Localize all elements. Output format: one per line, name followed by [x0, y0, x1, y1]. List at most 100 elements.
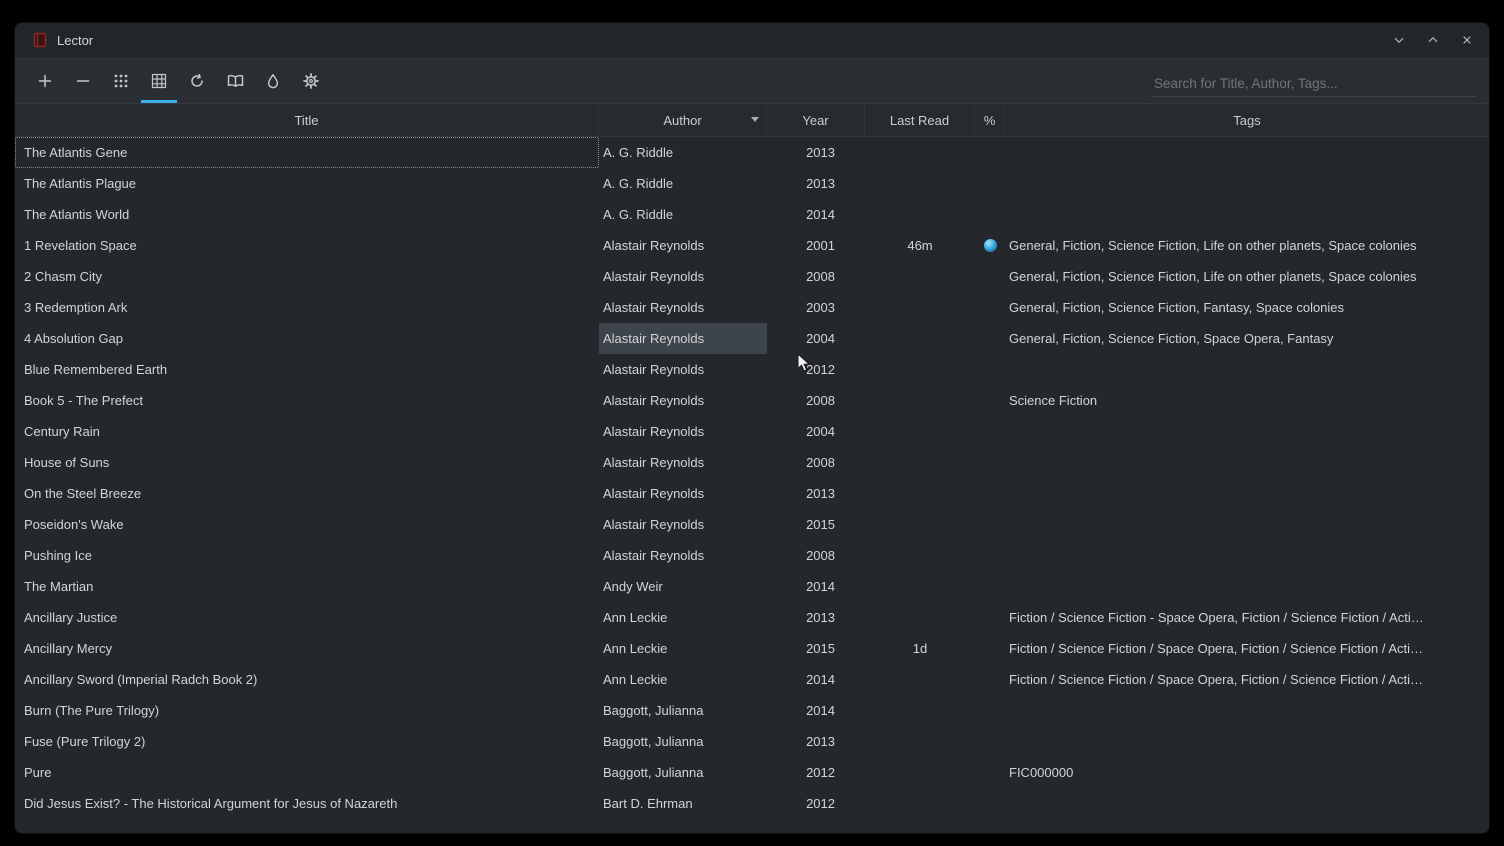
cell-title[interactable]: 3 Redemption Ark — [15, 292, 599, 323]
cell-title[interactable]: On the Steel Breeze — [15, 478, 599, 509]
cell-year[interactable]: 2012 — [767, 354, 865, 385]
cell-last-read[interactable] — [865, 788, 975, 819]
cell-tags[interactable]: Science Fiction — [1005, 385, 1489, 416]
cell-tags[interactable] — [1005, 726, 1489, 757]
cell-last-read[interactable] — [865, 571, 975, 602]
cover-view-button[interactable] — [103, 63, 139, 103]
cell-author[interactable]: Alastair Reynolds — [599, 385, 767, 416]
cell-last-read[interactable] — [865, 726, 975, 757]
cell-last-read[interactable]: 46m — [865, 230, 975, 261]
cell-author[interactable]: Alastair Reynolds — [599, 509, 767, 540]
cell-author[interactable]: Ann Leckie — [599, 664, 767, 695]
cell-last-read[interactable] — [865, 385, 975, 416]
cell-author[interactable]: Bart D. Ehrman — [599, 788, 767, 819]
cell-title[interactable]: The Atlantis World — [15, 199, 599, 230]
cell-percent[interactable] — [975, 788, 1005, 819]
cell-author[interactable]: A. G. Riddle — [599, 168, 767, 199]
cell-year[interactable]: 2012 — [767, 757, 865, 788]
cell-author[interactable]: A. G. Riddle — [599, 199, 767, 230]
table-row[interactable]: Did Jesus Exist? - The Historical Argume… — [15, 788, 1489, 819]
library-button[interactable] — [217, 63, 253, 103]
cell-last-read[interactable] — [865, 416, 975, 447]
cell-author[interactable]: Andy Weir — [599, 571, 767, 602]
cell-title[interactable]: 4 Absolution Gap — [15, 323, 599, 354]
cell-last-read[interactable]: 1d — [865, 633, 975, 664]
table-row[interactable]: Burn (The Pure Trilogy) Baggott, Juliann… — [15, 695, 1489, 726]
cell-title[interactable]: Book 5 - The Prefect — [15, 385, 599, 416]
cell-last-read[interactable] — [865, 509, 975, 540]
table-row[interactable]: The Atlantis Gene A. G. Riddle 2013 — [15, 137, 1489, 168]
cell-author[interactable]: Alastair Reynolds — [599, 354, 767, 385]
table-row[interactable]: 2 Chasm City Alastair Reynolds 2008 Gene… — [15, 261, 1489, 292]
cell-title[interactable]: House of Suns — [15, 447, 599, 478]
table-row[interactable]: Poseidon's Wake Alastair Reynolds 2015 — [15, 509, 1489, 540]
table-row[interactable]: House of Suns Alastair Reynolds 2008 — [15, 447, 1489, 478]
cell-last-read[interactable] — [865, 354, 975, 385]
cell-tags[interactable] — [1005, 695, 1489, 726]
cell-title[interactable]: 1 Revelation Space — [15, 230, 599, 261]
cell-last-read[interactable] — [865, 323, 975, 354]
col-header-title[interactable]: Title — [15, 104, 599, 136]
cell-year[interactable]: 2012 — [767, 788, 865, 819]
chevron-up-icon[interactable] — [1425, 32, 1441, 48]
cell-title[interactable]: Blue Remembered Earth — [15, 354, 599, 385]
cell-tags[interactable]: Fiction / Science Fiction / Space Opera,… — [1005, 664, 1489, 695]
cell-author[interactable]: Alastair Reynolds — [599, 230, 767, 261]
cell-title[interactable]: Did Jesus Exist? - The Historical Argume… — [15, 788, 599, 819]
cell-tags[interactable] — [1005, 416, 1489, 447]
cell-tags[interactable] — [1005, 788, 1489, 819]
delete-books-button[interactable] — [65, 63, 101, 103]
cell-year[interactable]: 2013 — [767, 726, 865, 757]
table-row[interactable]: Pushing Ice Alastair Reynolds 2008 — [15, 540, 1489, 571]
cell-percent[interactable] — [975, 292, 1005, 323]
cell-percent[interactable] — [975, 416, 1005, 447]
col-header-author[interactable]: Author — [599, 104, 767, 136]
table-view-button[interactable] — [141, 63, 177, 103]
cell-percent[interactable] — [975, 540, 1005, 571]
cell-year[interactable]: 2008 — [767, 447, 865, 478]
col-header-tags[interactable]: Tags — [1005, 104, 1489, 136]
cell-tags[interactable] — [1005, 571, 1489, 602]
table-row[interactable]: Ancillary Justice Ann Leckie 2013 Fictio… — [15, 602, 1489, 633]
cell-author[interactable]: Baggott, Julianna — [599, 757, 767, 788]
cell-title[interactable]: 2 Chasm City — [15, 261, 599, 292]
cell-last-read[interactable] — [865, 292, 975, 323]
cell-year[interactable]: 2014 — [767, 695, 865, 726]
cell-percent[interactable] — [975, 633, 1005, 664]
cell-year[interactable]: 2008 — [767, 261, 865, 292]
title-bar[interactable]: Lector — [15, 23, 1489, 57]
cell-title[interactable]: The Atlantis Gene — [15, 137, 599, 168]
cell-last-read[interactable] — [865, 664, 975, 695]
cell-title[interactable]: Century Rain — [15, 416, 599, 447]
cell-tags[interactable]: FIC000000 — [1005, 757, 1489, 788]
cell-tags[interactable]: General, Fiction, Science Fiction, Space… — [1005, 323, 1489, 354]
cell-last-read[interactable] — [865, 540, 975, 571]
col-header-percent[interactable]: % — [975, 104, 1005, 136]
cell-year[interactable]: 2014 — [767, 664, 865, 695]
cell-author[interactable]: Ann Leckie — [599, 602, 767, 633]
cell-percent[interactable] — [975, 385, 1005, 416]
cell-year[interactable]: 2013 — [767, 137, 865, 168]
cell-title[interactable]: Pushing Ice — [15, 540, 599, 571]
cell-percent[interactable] — [975, 695, 1005, 726]
chevron-down-icon[interactable] — [1391, 32, 1407, 48]
add-books-button[interactable] — [27, 63, 63, 103]
table-row[interactable]: Book 5 - The Prefect Alastair Reynolds 2… — [15, 385, 1489, 416]
color-theme-button[interactable] — [255, 63, 291, 103]
cell-tags[interactable]: Fiction / Science Fiction - Space Opera,… — [1005, 602, 1489, 633]
cell-title[interactable]: The Atlantis Plague — [15, 168, 599, 199]
cell-percent[interactable] — [975, 168, 1005, 199]
cell-last-read[interactable] — [865, 137, 975, 168]
cell-percent[interactable] — [975, 230, 1005, 261]
cell-percent[interactable] — [975, 199, 1005, 230]
settings-button[interactable] — [293, 63, 329, 103]
cell-tags[interactable]: General, Fiction, Science Fiction, Fanta… — [1005, 292, 1489, 323]
cell-tags[interactable]: Fiction / Science Fiction / Space Opera,… — [1005, 633, 1489, 664]
table-row[interactable]: Fuse (Pure Trilogy 2) Baggott, Julianna … — [15, 726, 1489, 757]
table-row[interactable]: 1 Revelation Space Alastair Reynolds 200… — [15, 230, 1489, 261]
search-input[interactable] — [1151, 71, 1477, 97]
table-row[interactable]: Ancillary Sword (Imperial Radch Book 2) … — [15, 664, 1489, 695]
col-header-year[interactable]: Year — [767, 104, 865, 136]
cell-title[interactable]: The Martian — [15, 571, 599, 602]
cell-year[interactable]: 2008 — [767, 540, 865, 571]
